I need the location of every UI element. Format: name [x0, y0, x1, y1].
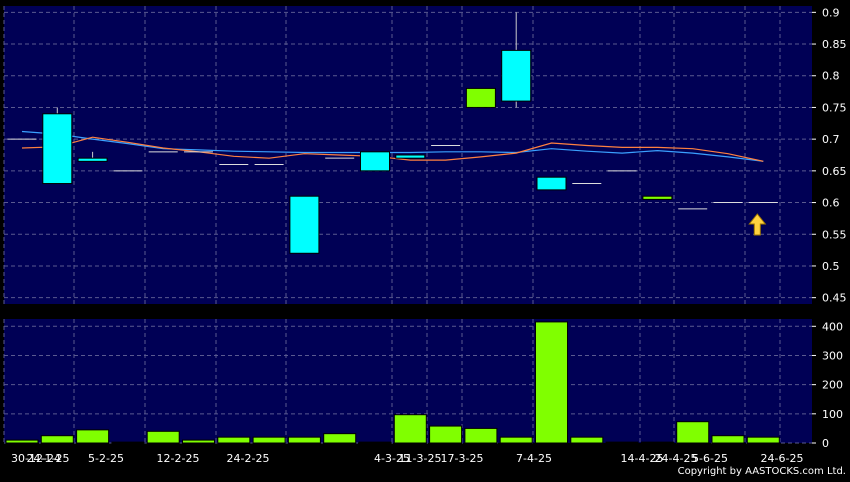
volume-bar — [464, 427, 498, 444]
candle-body — [501, 49, 532, 102]
candle-body — [289, 195, 320, 254]
price-y-tick-label: 0.6 — [822, 197, 840, 210]
volume-y-tick-label: 300 — [822, 349, 843, 362]
volume-bar — [746, 436, 780, 444]
candle-body — [360, 151, 390, 172]
volume-bar — [182, 439, 215, 444]
price-y-tick-label: 0.75 — [822, 101, 847, 114]
price-y-tick-label: 0.7 — [822, 133, 840, 146]
x-axis-tick-label: 5-6-25 — [692, 452, 728, 465]
x-axis-tick-label: 12-2-25 — [157, 452, 200, 465]
volume-bar — [111, 441, 145, 444]
candle-body — [642, 195, 673, 200]
copyright-text: Copyright by AASTOCKS.com Ltd. — [677, 466, 846, 477]
x-axis-tick-label: 24-6-25 — [761, 452, 804, 465]
price-y-tick-label: 0.45 — [822, 292, 847, 305]
x-axis-tick-label: 24-2-25 — [227, 452, 270, 465]
price-y-tick-label: 0.9 — [822, 6, 840, 19]
x-axis-tick-label: 5-2-25 — [88, 452, 124, 465]
volume-y-tick-label: 400 — [822, 320, 843, 333]
volume-bar — [252, 436, 286, 444]
price-y-tick-label: 0.55 — [822, 228, 847, 241]
candle-body — [42, 113, 73, 185]
volume-bar — [358, 441, 392, 444]
price-y-tick-label: 0.65 — [822, 165, 847, 178]
candle-body — [77, 157, 108, 162]
volume-bar — [711, 435, 745, 444]
volume-bar — [323, 433, 357, 444]
volume-bar — [40, 435, 74, 444]
volume-bar — [217, 436, 251, 444]
volume-bar — [640, 441, 674, 444]
price-y-tick-label: 0.8 — [822, 70, 840, 83]
volume-bar — [5, 439, 39, 444]
candle-body — [465, 87, 496, 108]
volume-bar — [605, 441, 639, 444]
candle-body — [536, 176, 567, 191]
volume-bar — [499, 436, 533, 444]
x-axis-tick-label: 24-4-25 — [655, 452, 698, 465]
volume-bar — [429, 425, 463, 444]
volume-bar — [570, 436, 604, 444]
x-axis-tick-label: 17-3-25 — [441, 452, 484, 465]
volume-bar — [393, 414, 427, 444]
candle-body — [395, 154, 426, 159]
x-axis-tick-label: 24-1-25 — [27, 452, 70, 465]
volume-bar — [76, 429, 110, 444]
x-axis-tick-label: 11-3-25 — [399, 452, 442, 465]
volume-y-tick-label: 200 — [822, 379, 843, 392]
x-axis-tick-label: 7-4-25 — [516, 452, 552, 465]
volume-bar — [535, 321, 568, 444]
stock-chart: 30-12-24 24-1-25 5-2-25 12-2-25 24-2-25 4-3-2… — [0, 0, 850, 478]
volume-bar — [676, 421, 710, 444]
volume-bar — [146, 430, 180, 444]
price-y-tick-label: 0.5 — [822, 260, 840, 273]
volume-bar — [287, 436, 321, 444]
volume-y-tick-label: 0 — [822, 437, 829, 450]
price-y-tick-label: 0.85 — [822, 38, 847, 51]
candlestick-volume-chart: 30-12-2424-1-25 5-2-25 12-2-25 24-2-25 4-3-2… — [3, 6, 847, 465]
volume-y-tick-label: 100 — [822, 408, 843, 421]
